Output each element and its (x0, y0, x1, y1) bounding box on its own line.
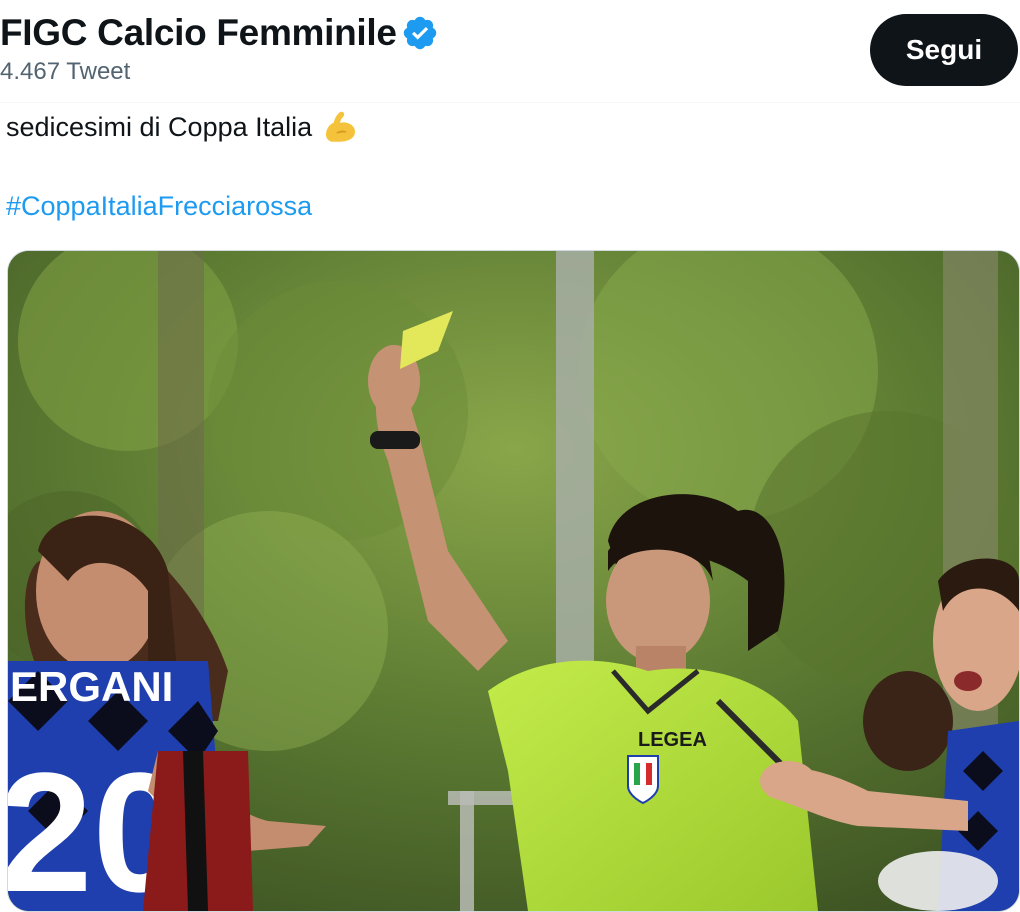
photo-illustration: ERGANI 20 LEGEA (8, 251, 1019, 911)
tweet-photo[interactable]: ERGANI 20 LEGEA (7, 250, 1020, 912)
follow-button[interactable]: Segui (870, 14, 1018, 86)
tweet-text: sedicesimi di Coppa Italia (6, 112, 313, 142)
tweet-count: 4.467 Tweet (0, 58, 131, 85)
account-name[interactable]: FIGC Calcio Femminile (0, 12, 397, 54)
verified-badge-icon (403, 16, 436, 50)
jersey-name-text: ERGANI (10, 663, 173, 710)
profile-header: FIGC Calcio Femminile 4.467 Tweet Segui (0, 0, 1020, 102)
tweet-text-line: sedicesimi di Coppa Italia (6, 108, 360, 146)
account-name-row[interactable]: FIGC Calcio Femminile (0, 12, 439, 54)
kit-brand-text: LEGEA (638, 729, 707, 751)
hashtag-link[interactable]: #CoppaItaliaFrecciarossa (6, 188, 312, 224)
flexed-biceps-icon (326, 111, 356, 142)
